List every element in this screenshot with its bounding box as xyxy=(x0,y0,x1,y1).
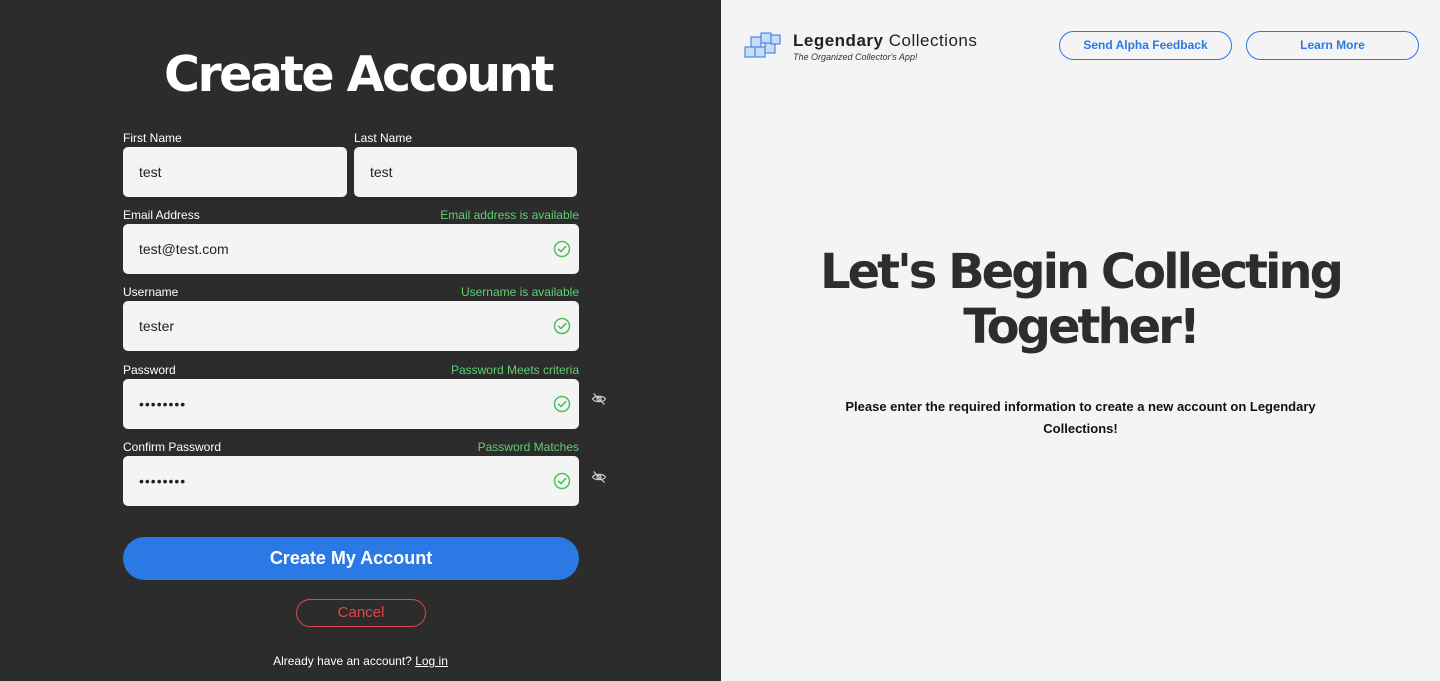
last-name-value: test xyxy=(370,164,393,180)
username-label: Username xyxy=(123,285,179,299)
brand-name: Legendary Collections xyxy=(793,31,977,51)
check-circle-icon xyxy=(553,395,571,413)
hero-line-2: Together! xyxy=(963,299,1201,355)
confirm-password-field[interactable]: •••••••• xyxy=(123,456,579,506)
cancel-button[interactable]: Cancel xyxy=(296,599,426,627)
eye-off-icon[interactable] xyxy=(591,469,607,485)
create-account-button[interactable]: Create My Account xyxy=(123,537,579,580)
brand-tagline: The Organized Collector's App! xyxy=(793,52,918,62)
confirm-password-status: Password Matches xyxy=(477,440,579,454)
hero-heading: Let's Begin Collecting Together! xyxy=(721,245,1440,355)
brand-name-bold: Legendary xyxy=(793,31,884,50)
first-name-label: First Name xyxy=(123,131,182,145)
check-circle-icon xyxy=(553,240,571,258)
username-status: Username is available xyxy=(460,285,579,299)
login-prompt-text: Already have an account? xyxy=(273,654,412,668)
hero-line-1: Let's Begin Collecting xyxy=(820,244,1344,300)
first-name-value: test xyxy=(139,164,162,180)
username-field[interactable]: tester xyxy=(123,301,579,351)
last-name-field[interactable]: test xyxy=(354,147,577,197)
username-value: tester xyxy=(139,318,175,334)
send-feedback-button[interactable]: Send Alpha Feedback xyxy=(1059,31,1232,60)
stacked-boxes-logo-icon xyxy=(744,32,781,58)
email-status: Email address is available xyxy=(440,208,579,222)
first-name-field[interactable]: test xyxy=(123,147,347,197)
confirm-password-label: Confirm Password xyxy=(123,440,222,454)
email-label: Email Address xyxy=(123,208,200,222)
check-circle-icon xyxy=(553,317,571,335)
hero-subtitle: Please enter the required information to… xyxy=(845,399,1316,436)
page-title: Create Account xyxy=(163,46,555,103)
last-name-label: Last Name xyxy=(354,131,413,145)
login-prompt: Already have an account? Log in xyxy=(0,654,721,668)
welcome-panel: Legendary Collections The Organized Coll… xyxy=(721,0,1440,681)
confirm-password-value: •••••••• xyxy=(139,473,187,489)
learn-more-button[interactable]: Learn More xyxy=(1246,31,1419,60)
signup-panel: Create Account First Name test Last Name… xyxy=(0,0,721,681)
login-link[interactable]: Log in xyxy=(415,654,448,668)
eye-off-icon[interactable] xyxy=(591,391,607,407)
password-status: Password Meets criteria xyxy=(450,363,579,377)
brand-name-light: Collections xyxy=(888,31,978,50)
password-value: •••••••• xyxy=(139,396,187,412)
password-field[interactable]: •••••••• xyxy=(123,379,579,429)
email-value: test@test.com xyxy=(139,241,229,257)
check-circle-icon xyxy=(553,472,571,490)
email-field[interactable]: test@test.com xyxy=(123,224,579,274)
password-label: Password xyxy=(123,363,176,377)
